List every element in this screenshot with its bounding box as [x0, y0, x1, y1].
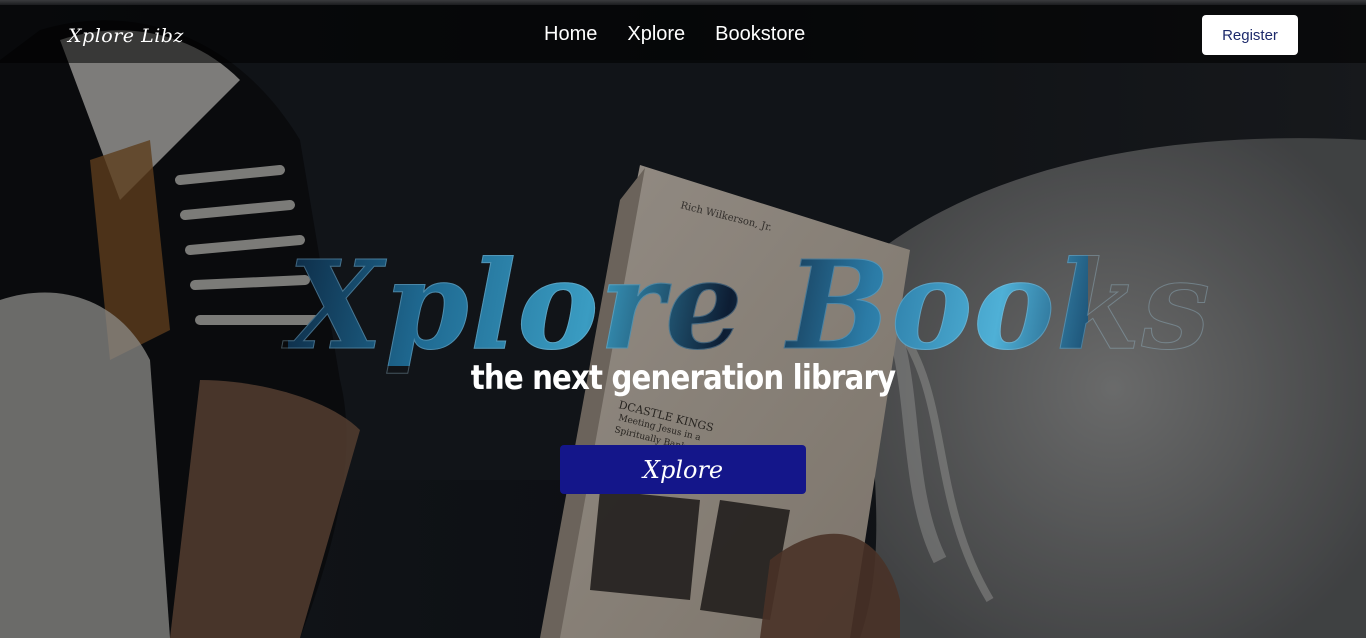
xplore-cta-button[interactable]: Xplore: [560, 445, 806, 494]
top-navbar: Xplore Libz Home Xplore Bookstore Regist…: [0, 5, 1366, 63]
hero-section: Rich Wilkerson, Jr. DCASTLE KINGS Meetin…: [0, 0, 1366, 638]
nav-link-home[interactable]: Home: [544, 23, 597, 46]
nav-links: Home Xplore Bookstore: [544, 23, 805, 46]
window-top-border: [0, 0, 1366, 5]
register-button[interactable]: Register: [1202, 15, 1298, 55]
hero-title: Xplore Books: [288, 232, 1212, 377]
hero-tagline: the next generation library: [470, 358, 896, 398]
brand-logo[interactable]: Xplore Libz: [68, 25, 184, 47]
nav-link-bookstore[interactable]: Bookstore: [715, 23, 805, 46]
nav-link-xplore[interactable]: Xplore: [627, 23, 685, 46]
